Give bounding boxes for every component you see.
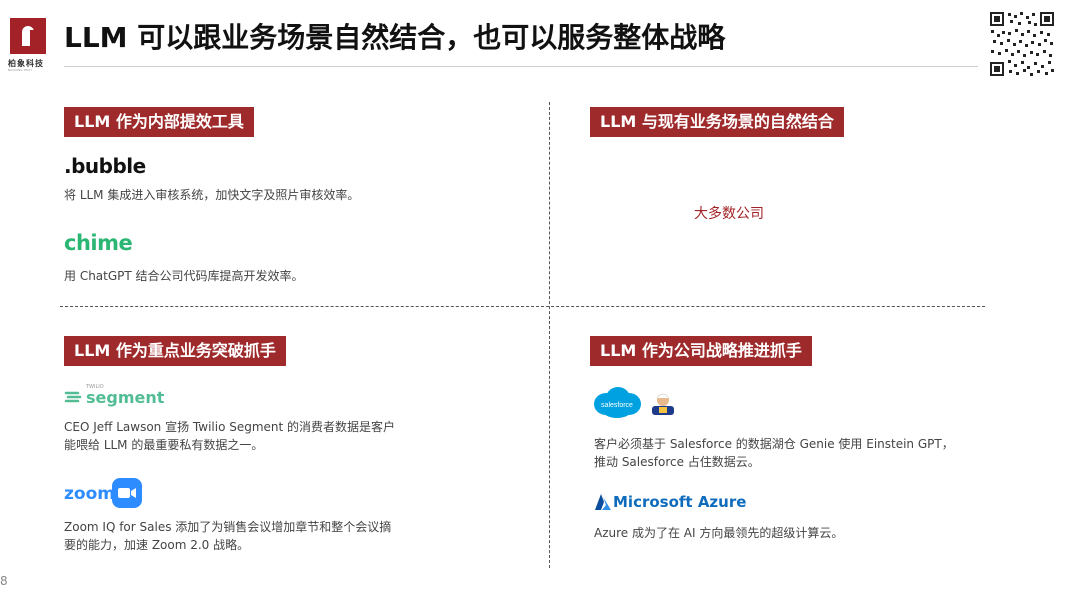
section-heading-key-business: LLM 作为重点业务突破抓手 [64,336,286,366]
title-divider [64,66,978,67]
azure-description: Azure 成为了在 AI 方向最领先的超级计算云。 [594,526,844,540]
vertical-divider [549,102,550,568]
section-heading-strategy: LLM 作为公司战略推进抓手 [590,336,812,366]
chime-description: 用 ChatGPT 结合公司代码库提高开发效率。 [64,269,304,283]
salesforce-description: 客户必须基于 Salesforce 的数据湖仓 Genie 使用 Einstei… [594,437,954,469]
chime-logo: chime [64,231,133,255]
bubble-logo: .bubble [64,154,146,178]
page-title: LLM 可以跟业务场景自然结合，也可以服务整体战略 [64,21,726,54]
einstein-mascot-icon [652,393,674,415]
zoom-logo: zoom [64,478,144,510]
company-logo-mark [10,18,46,54]
segment-wordmark: segment [86,388,165,407]
microsoft-azure-logo: Microsoft Azure [594,492,746,514]
bubble-description: 将 LLM 集成进入审核系统，加快文字及照片审核效率。 [64,188,360,202]
horizontal-divider [60,306,985,307]
azure-icon [595,494,611,510]
azure-wordmark: Microsoft Azure [613,493,747,511]
page-number: 8 [0,574,8,588]
salesforce-wordmark: salesforce [601,402,633,409]
company-logo-subtext: BAIXIANG TECH [8,68,32,72]
segment-description: CEO Jeff Lawson 宣扬 Twilio Segment 的消费者数据… [64,420,396,452]
most-companies-note: 大多数公司 [694,206,764,222]
zoom-wordmark: zoom [64,484,115,504]
section-heading-internal-tools: LLM 作为内部提效工具 [64,107,254,137]
zoom-camera-icon [112,478,142,508]
section-heading-business-integration: LLM 与现有业务场景的自然结合 [590,107,844,137]
zoom-description: Zoom IQ for Sales 添加了为销售会议增加章节和整个会议摘 要的能… [64,520,392,552]
segment-icon [64,391,82,403]
segment-logo: TWILIO segment [64,384,164,410]
salesforce-cloud-icon: salesforce [594,387,641,418]
qr-code-icon [988,10,1056,78]
